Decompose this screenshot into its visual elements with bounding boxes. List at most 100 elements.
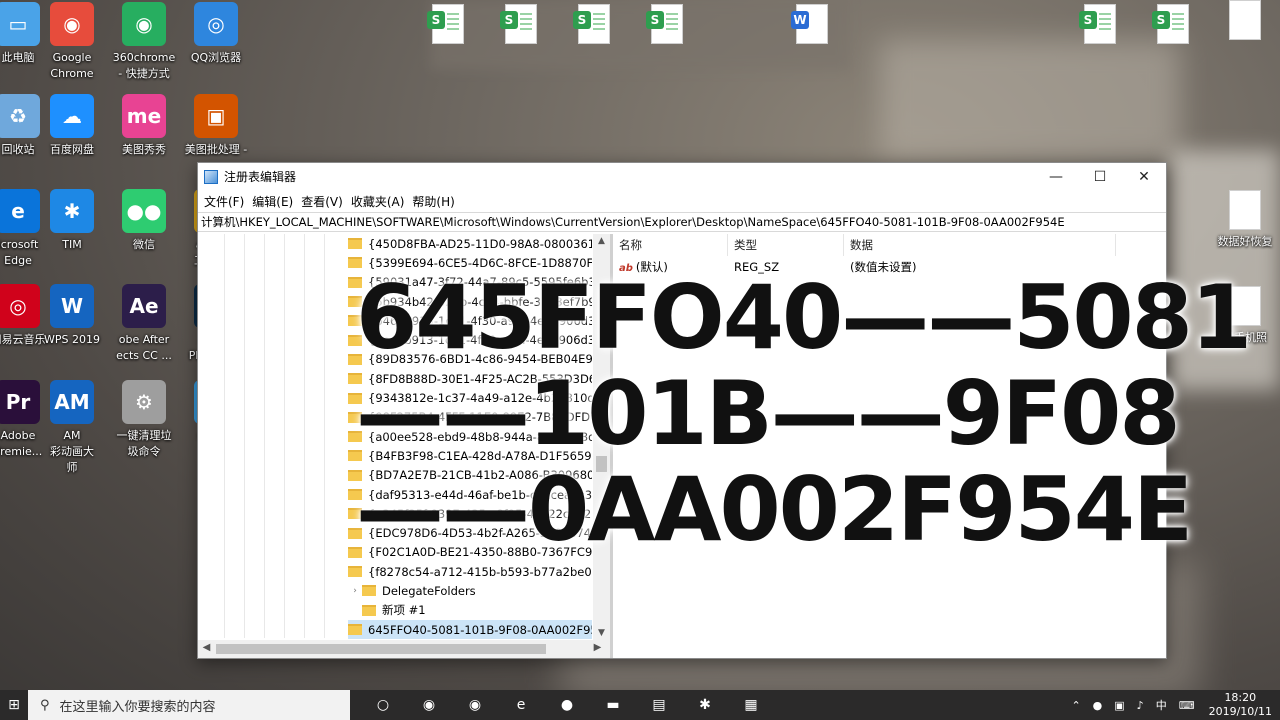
tree-item-label: {450D8FBA-AD25-11D0-98A8-0800361B1103} — [368, 236, 592, 251]
tree-item-selected[interactable]: 645FFO40-5081-101B-9F08-0AA002F954E — [348, 619, 592, 640]
tree-item[interactable]: 新项 #1 — [348, 601, 592, 620]
edge-icon[interactable]: e — [498, 690, 544, 720]
maximize-button[interactable]: ☐ — [1078, 163, 1122, 190]
title-bar[interactable]: 注册表编辑器 — ☐ ✕ — [198, 163, 1166, 190]
360chrome-icon[interactable]: ◉ — [452, 690, 498, 720]
desktop-shortcut-label: QQ浏览器 — [190, 51, 242, 64]
taskbar-search-box[interactable]: ⚲ 在这里输入你要搜索的内容 — [28, 690, 350, 720]
meitu-icon: me — [122, 94, 166, 138]
taskbar: ⊞ ⚲ 在这里输入你要搜索的内容 ○ ◉ ◉ e ● ▬ ▤ ✱ ▦ ⌃ ● ▣ ♪ 中 ⌨ 1… — [0, 690, 1280, 720]
desktop-shortcut[interactable]: ◎ QQ浏览器 — [180, 2, 252, 66]
volume-icon[interactable]: ♪ — [1131, 699, 1150, 712]
after-effects-icon: Ae — [122, 284, 166, 328]
values-header: 名称 类型 数据 — [613, 234, 1166, 256]
camera-icon[interactable]: ▣ — [1108, 699, 1130, 712]
minimize-button[interactable]: — — [1034, 163, 1078, 190]
folder-icon — [348, 238, 362, 250]
desktop-shortcut-label: 美图批处理 - — [184, 143, 248, 156]
scroll-down-arrow-icon[interactable]: ▼ — [593, 628, 610, 638]
desktop-shortcut[interactable]: ✱ TIM — [36, 189, 108, 253]
microphone-icon[interactable]: ● — [1087, 699, 1109, 712]
menu-file[interactable]: 文件(F) — [202, 193, 250, 210]
system-tray: ⌃ ● ▣ ♪ 中 ⌨ 18:20 2019/10/11 — [1065, 691, 1280, 719]
regedit-icon — [204, 169, 218, 184]
menu-help[interactable]: 帮助(H) — [410, 193, 460, 210]
desktop-shortcut-label: AM 彩动画大 师 — [50, 429, 94, 474]
overlay-line: ——0AA002F954E — [356, 458, 1193, 561]
desktop-shortcut-label: 微信 — [133, 238, 155, 251]
wechat-icon: ●● — [122, 189, 166, 233]
meitu-batch-icon: ▣ — [194, 94, 238, 138]
keyboard-icon[interactable]: ⌨ — [1173, 699, 1201, 712]
qq-browser-icon: ◎ — [194, 2, 238, 46]
premiere-icon: Pr — [0, 380, 40, 424]
expand-chevron-icon[interactable]: › — [348, 586, 362, 596]
chrome-icon: ◉ — [50, 2, 94, 46]
desktop-shortcut-label: Google Chrome — [50, 51, 94, 80]
desktop-shortcut-label: 360chrome - 快捷方式 — [112, 51, 176, 80]
spreadsheet-file-icon[interactable]: S — [485, 4, 557, 44]
spreadsheet-file-icon[interactable]: S — [1064, 4, 1136, 44]
task-view-icon[interactable]: ○ — [360, 690, 406, 720]
window-title: 注册表编辑器 — [224, 170, 297, 184]
tree-item[interactable]: {f8278c54-a712-415b-b593-b77a2be0dda9} — [348, 562, 592, 581]
close-button[interactable]: ✕ — [1122, 163, 1166, 190]
desktop-shortcut[interactable]: AM AM 彩动画大 师 — [36, 380, 108, 476]
chevron-up-icon[interactable]: ⌃ — [1065, 699, 1086, 712]
file-explorer-icon[interactable]: ▬ — [590, 690, 636, 720]
overlay-line: 645FFO40——5081 — [356, 266, 1252, 369]
desktop-shortcut[interactable]: ☁ 百度网盘 — [36, 94, 108, 158]
clock-date: 2019/10/11 — [1208, 705, 1272, 718]
menu-edit[interactable]: 编辑(E) — [250, 193, 299, 210]
computer-icon: ▭ — [0, 2, 40, 46]
menu-view[interactable]: 查看(V) — [299, 193, 349, 210]
baidu-netdisk-icon: ☁ — [50, 94, 94, 138]
column-type[interactable]: 类型 — [728, 234, 844, 256]
desktop-shortcut[interactable]: ●● 微信 — [108, 189, 180, 253]
scroll-up-arrow-icon[interactable]: ▲ — [593, 236, 610, 246]
tim-icon[interactable]: ✱ — [682, 690, 728, 720]
notepad-icon[interactable]: ▤ — [636, 690, 682, 720]
folder-icon — [348, 566, 362, 578]
tree-item-label: DelegateFolders — [382, 583, 476, 598]
360chrome-icon: ◉ — [122, 2, 166, 46]
desktop-blur — [880, 40, 1180, 160]
wechat-icon[interactable]: ● — [544, 690, 590, 720]
menu-favorites[interactable]: 收藏夹(A) — [349, 193, 411, 210]
document-file-icon[interactable]: 数据好恢复 — [1209, 190, 1280, 250]
column-name[interactable]: 名称 — [613, 234, 728, 256]
spreadsheet-file-icon[interactable]: S — [558, 4, 630, 44]
search-icon: ⚲ — [40, 697, 50, 713]
regedit-icon[interactable]: ▦ — [728, 690, 774, 720]
tree-item[interactable]: {450D8FBA-AD25-11D0-98A8-0800361B1103} — [348, 234, 592, 253]
desktop-shortcut-label: 一键清理垃 圾命令 — [116, 429, 172, 458]
desktop-shortcut[interactable]: Ae obe After ects CC ... — [108, 284, 180, 364]
scroll-thumb[interactable] — [216, 644, 546, 654]
tree-item[interactable]: › DelegateFolders — [348, 581, 592, 600]
desktop-shortcut-label: 美图秀秀 — [122, 143, 166, 156]
ime-indicator[interactable]: 中 — [1150, 697, 1173, 713]
spreadsheet-file-icon[interactable]: S — [1137, 4, 1209, 44]
document-file-icon[interactable] — [1209, 0, 1280, 40]
scroll-left-arrow-icon[interactable]: ◀ — [198, 642, 215, 653]
start-windows-icon[interactable]: ⊞ — [0, 690, 28, 720]
word-file-icon[interactable]: W — [776, 4, 848, 44]
scroll-right-arrow-icon[interactable]: ▶ — [589, 642, 606, 653]
desktop-shortcut[interactable]: W WPS 2019 — [36, 284, 108, 348]
desktop-shortcut-label: TIM — [62, 238, 82, 251]
desktop-shortcut[interactable]: ⚙ 一键清理垃 圾命令 — [108, 380, 180, 460]
tree-horizontal-scrollbar[interactable]: ◀ ▶ — [198, 640, 610, 658]
spreadsheet-file-icon[interactable]: S — [631, 4, 703, 44]
chrome-icon[interactable]: ◉ — [406, 690, 452, 720]
column-data[interactable]: 数据 — [844, 234, 1116, 256]
desktop-shortcut[interactable]: me 美图秀秀 — [108, 94, 180, 158]
desktop-shortcut[interactable]: ◉ Google Chrome — [36, 2, 108, 82]
address-bar[interactable]: 计算机\HKEY_LOCAL_MACHINE\SOFTWARE\Microsof… — [198, 212, 1166, 232]
desktop-shortcut-label: obe After ects CC ... — [116, 333, 172, 362]
menu-bar: 文件(F) 编辑(E) 查看(V) 收藏夹(A) 帮助(H) — [198, 190, 1166, 212]
desktop-shortcut[interactable]: ◉ 360chrome - 快捷方式 — [108, 2, 180, 82]
spreadsheet-file-icon[interactable]: S — [412, 4, 484, 44]
clock[interactable]: 18:20 2019/10/11 — [1201, 691, 1280, 719]
desktop-shortcut[interactable]: ▣ 美图批处理 - — [180, 94, 252, 158]
tree-guide-lines — [198, 234, 348, 638]
